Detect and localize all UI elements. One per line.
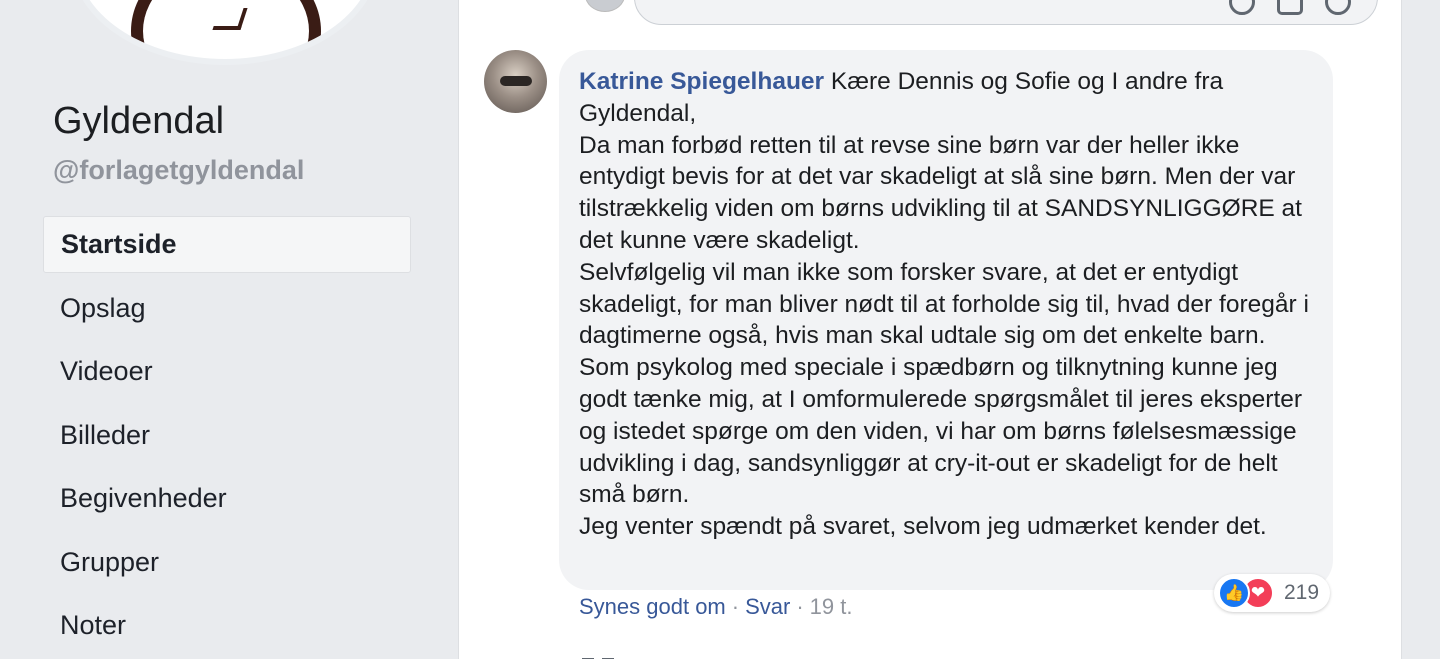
reactions-summary[interactable]: 👍 ❤ 219 (1214, 574, 1330, 612)
sticker-icon[interactable] (1325, 0, 1351, 15)
avatar[interactable] (484, 50, 547, 113)
composer-icons (1229, 0, 1351, 15)
nav-item-videoer[interactable]: Videoer (43, 343, 411, 400)
left-sidebar: Gyldendal @forlagetgyldendal Startside O… (0, 0, 432, 659)
separator: · (731, 594, 740, 619)
comment-paragraph: Som psykolog med speciale i spædbørn og … (579, 354, 1303, 509)
comment-actions: Synes godt om · Svar · 19 t. (579, 594, 852, 620)
nav-item-billeder[interactable]: Billeder (43, 407, 411, 464)
nav-item-grupper[interactable]: Grupper (43, 534, 411, 591)
reply-button[interactable]: Svar (745, 594, 790, 620)
separator: · (796, 594, 804, 619)
camera-icon[interactable] (1277, 0, 1303, 15)
comment-paragraph: Jeg venter spændt på svaret, selvom jeg … (579, 513, 1267, 541)
nav-item-startside[interactable]: Startside (43, 216, 411, 273)
comment-paragraph: Selvfølgelig vil man ikke som forsker sv… (579, 258, 1309, 350)
comment-paragraph: Da man forbød retten til at revse sine b… (579, 131, 1302, 254)
next-reply-indicator[interactable] (582, 648, 662, 659)
comment-author-link[interactable]: Katrine Spiegelhauer (579, 68, 824, 95)
comment-input[interactable] (634, 0, 1378, 25)
page-profile-picture[interactable] (70, 0, 380, 65)
page-handle[interactable]: @forlagetgyldendal (53, 155, 304, 186)
nav-item-noter[interactable]: Noter (43, 597, 411, 654)
nav-item-opslag[interactable]: Opslag (43, 280, 411, 337)
avatar-glasses (500, 76, 532, 86)
like-reaction-icon: 👍 (1218, 577, 1250, 609)
reaction-count: 219 (1284, 581, 1320, 604)
comment-line-first: Katrine Spiegelhauer Kære Dennis og Sofi… (579, 66, 1319, 130)
page-nav: Startside Opslag Videoer Billeder Begive… (43, 216, 411, 659)
emoji-icon[interactable] (1229, 0, 1255, 15)
nav-item-begivenheder[interactable]: Begivenheder (43, 470, 411, 527)
page-title[interactable]: Gyldendal (53, 100, 224, 143)
like-button[interactable]: Synes godt om (579, 594, 726, 620)
comment-timestamp[interactable]: 19 t. (810, 594, 853, 620)
comment-text: Katrine Spiegelhauer Kære Dennis og Sofi… (579, 66, 1319, 543)
